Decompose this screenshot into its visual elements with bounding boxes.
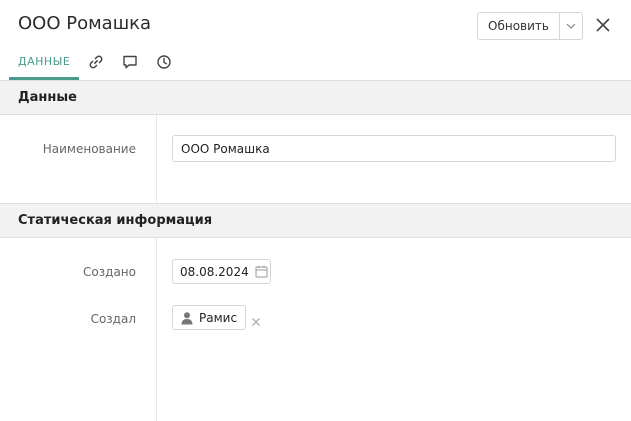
name-label: Наименование [42,142,136,156]
creator-label: Создал [90,312,136,326]
section-data-header: Данные [0,80,631,115]
section-data-title: Данные [18,90,77,105]
close-icon [252,318,260,326]
creator-name: Рамис [199,310,238,325]
name-field[interactable] [172,135,616,162]
refresh-options-dropdown[interactable] [560,13,582,39]
close-icon [596,18,610,32]
section-static-title: Статическая информация [18,213,213,228]
tab-history[interactable] [147,46,181,80]
tab-data[interactable]: ДАННЫЕ [9,46,80,80]
calendar-icon [255,265,268,278]
label-column-divider [156,115,157,203]
link-icon [89,55,103,68]
tab-data-label: ДАННЫЕ [18,55,71,68]
page-title: ООО Ромашка [18,13,152,34]
tab-links[interactable] [79,46,113,80]
refresh-button-group: Обновить [477,12,583,40]
close-button[interactable] [594,16,612,34]
tab-bar: ДАННЫЕ [9,46,181,80]
section-static-header: Статическая информация [0,203,631,238]
comment-icon [123,55,138,68]
user-icon [181,311,193,324]
created-date-field[interactable]: 08.08.2024 [172,259,271,284]
history-icon [157,54,172,69]
creator-user-chip[interactable]: Рамис [172,305,247,330]
tab-comments[interactable] [113,46,147,80]
refresh-button[interactable]: Обновить [478,13,560,39]
chevron-down-icon [566,23,576,29]
created-label: Создано [83,265,136,279]
created-date-value: 08.08.2024 [180,264,249,279]
label-column-divider [156,238,157,421]
remove-creator-button[interactable] [250,313,262,326]
